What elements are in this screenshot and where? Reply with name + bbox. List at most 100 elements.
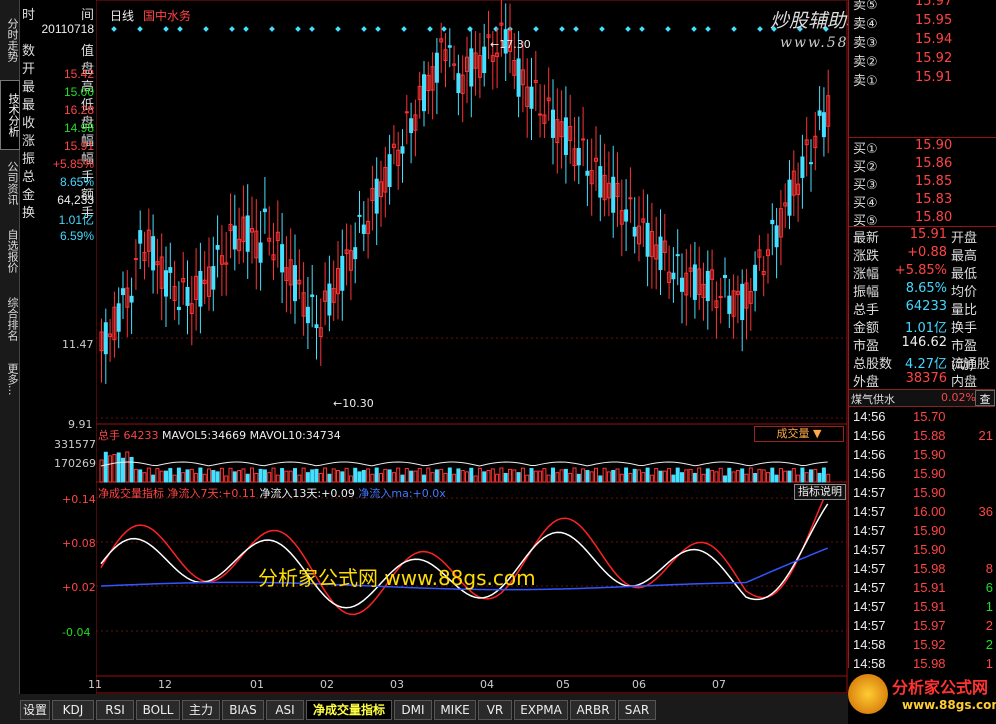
sector-query-button[interactable]: 查 [975, 390, 995, 406]
stat-label: 总股数 [853, 357, 893, 372]
volume-bar [391, 472, 396, 483]
volume-bar [409, 470, 414, 483]
stat-label-2: 开盘 [951, 231, 978, 246]
volume-bar [112, 453, 117, 483]
tab-company-info[interactable]: 公司资讯 [0, 150, 19, 216]
tick-qty: 2 [985, 637, 993, 652]
sell-price: 15.92 [915, 51, 953, 66]
candle-body [718, 296, 723, 299]
candle-body [628, 197, 633, 200]
tick-row: 14:57 15.90 [851, 485, 996, 504]
volume-bar [520, 467, 525, 483]
logo-url: www.88gs.com [902, 698, 996, 712]
stat-value: 38376 [905, 371, 947, 386]
volume-bar [757, 468, 762, 483]
volume-bar [237, 469, 242, 483]
indicator-help-button[interactable]: 指标说明 [794, 484, 846, 500]
signal-diamond [361, 26, 367, 32]
volume-bar [735, 469, 740, 483]
volume-bar [826, 473, 831, 483]
volume-bar [662, 470, 667, 483]
price-low-annotation: ←10.30 [333, 397, 374, 410]
tick-qty: 8 [985, 561, 993, 576]
volume-bar [275, 474, 280, 483]
volume-bar [198, 467, 203, 483]
volume-bar [658, 470, 663, 483]
candle-body [310, 294, 315, 297]
candle-body [817, 110, 822, 116]
volume-bar [796, 474, 801, 483]
bottom-tab-indicator[interactable]: KDJ [52, 700, 94, 720]
volume-bar [426, 467, 431, 483]
bottom-tab-indicator[interactable]: ARBR [570, 700, 616, 720]
signal-diamond [177, 26, 183, 32]
volume-bar [516, 472, 521, 483]
orderbook-sell-row: 卖① 15.91 [851, 70, 993, 89]
volume-bar [778, 468, 783, 483]
bottom-tab-indicator[interactable]: DMI [394, 700, 432, 720]
stat-label: 外盘 [853, 375, 880, 390]
tick-row: 14:57 15.91 6 [851, 580, 996, 599]
month-tick: 07 [712, 678, 726, 691]
volume-bar [383, 468, 388, 483]
volume-ma-line [100, 461, 828, 467]
indicator-label[interactable]: 国中水务 [143, 7, 191, 24]
bottom-tab-indicator[interactable]: EXPMA [514, 700, 568, 720]
candle-body [400, 146, 405, 154]
axis-tick-1147: 11.47 [62, 338, 94, 351]
volume-bar [439, 468, 444, 483]
bottom-tab-indicator[interactable]: BOLL [136, 700, 180, 720]
bottom-tab-indicator[interactable]: SAR [618, 700, 656, 720]
signal-diamond [467, 26, 473, 32]
volume-bar [632, 468, 637, 483]
ind-axis-3: +0.02 [62, 581, 96, 594]
orderbook-sell-row: 卖③ 15.94 [851, 32, 993, 51]
tick-price: 15.91 [913, 599, 946, 614]
volume-bar [125, 451, 130, 483]
volume-bar [422, 474, 426, 483]
tab-ranking[interactable]: 综合排名 [0, 286, 19, 352]
volume-bar [611, 469, 616, 483]
bottom-tab-net-volume[interactable]: 净成交量指标 [306, 700, 392, 720]
bottom-tab-indicator[interactable]: MIKE [434, 700, 476, 720]
tab-watchlist[interactable]: 自选报价 [0, 218, 19, 284]
volume-header: 总手 64233 MAVOL5:34669 MAVOL10:34734 [98, 427, 341, 443]
volume-selector[interactable]: 成交量 ▼ [754, 426, 844, 442]
stat-row: 金额 1.01亿 换手 [851, 317, 996, 336]
tab-technical-analysis[interactable]: 技术分析 [0, 80, 20, 150]
volume-bar [723, 475, 727, 483]
volume-bar [594, 467, 598, 483]
sell-level: 卖② [853, 55, 878, 70]
tick-time: 14:57 [853, 618, 886, 633]
bottom-tab-indicator[interactable]: ASI [266, 700, 304, 720]
tab-more[interactable]: 更多... [0, 354, 19, 404]
period-label[interactable]: 日线 [110, 7, 134, 24]
volume-bar [301, 467, 306, 483]
bottom-tab-indicator[interactable]: BIAS [222, 700, 264, 720]
tick-time: 14:56 [853, 409, 886, 424]
tick-row: 14:56 15.90 [851, 447, 996, 466]
candle-body [374, 178, 379, 214]
tab-intraday[interactable]: 分时走势 [0, 6, 19, 74]
volume-bar [675, 467, 680, 483]
volume-bar [207, 468, 211, 483]
volume-bar [271, 467, 276, 483]
volume-bar [215, 471, 220, 483]
info-date: 20110718 [41, 22, 95, 36]
bottom-tab-indicator[interactable]: 主力 [182, 700, 220, 720]
candle-body [151, 236, 156, 271]
volume-bar [262, 469, 267, 483]
volume-bar [628, 472, 633, 483]
bottom-tab-settings[interactable]: 设置 [20, 700, 50, 720]
signal-diamond [243, 26, 249, 32]
candle-body [723, 274, 727, 279]
volume-bar [176, 467, 181, 483]
volume-bar [697, 467, 702, 483]
ind-axis-2: +0.08 [62, 537, 96, 550]
bottom-tab-indicator[interactable]: RSI [96, 700, 134, 720]
stat-label-2: 内盘 [951, 375, 978, 390]
candle-body [133, 258, 138, 261]
volume-bar [645, 467, 650, 483]
candle-body [787, 179, 792, 216]
bottom-tab-indicator[interactable]: VR [478, 700, 512, 720]
